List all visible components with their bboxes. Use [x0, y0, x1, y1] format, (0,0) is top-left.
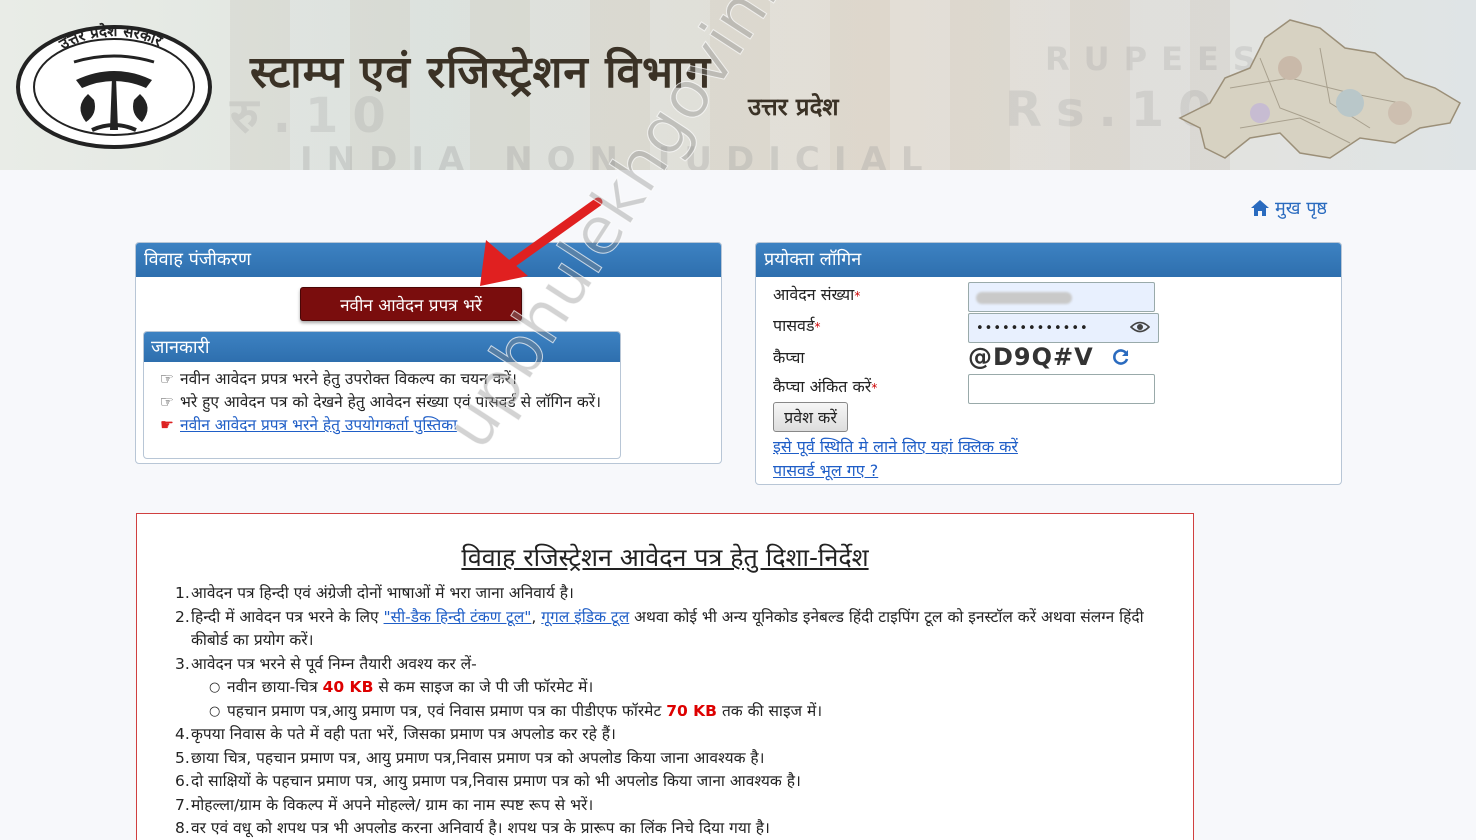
google-indic-link[interactable]: गूगल इंडिक टूल [541, 608, 629, 626]
marriage-registration-panel-title: विवाह पंजीकरण [136, 243, 721, 277]
list-item: 1. आवेदन पत्र हिन्दी एवं अंग्रेजी दोनों भ… [175, 582, 1185, 606]
list-item: 2. हिन्दी में आवेदन पत्र भरने के लिए "सी… [175, 606, 1185, 653]
guideline-text: पहचान प्रमाण पत्र,आयु प्रमाण पत्र, एवं न… [227, 700, 822, 724]
stamp-text-bottom: INDIA NON JUDICIAL [300, 140, 937, 170]
application-number-input[interactable] [968, 282, 1155, 312]
guideline-text: वर एवं वधू को शपथ पत्र भी अपलोड करना अनि… [191, 819, 770, 837]
item-number: 5. [175, 748, 190, 767]
size-limit: 70 KB [666, 701, 717, 720]
up-government-emblem-icon: उत्तर प्रदेश सरकार [16, 22, 212, 149]
password-label-text: पासवर्ड [773, 316, 815, 335]
guideline-text: नवीन छाया-चित्र 40 KB से कम साइज का जे प… [227, 676, 593, 700]
captcha-image: @D9Q#V [968, 343, 1094, 371]
home-icon [1251, 200, 1269, 216]
item-number: 3. [175, 654, 190, 673]
list-item: 4. कृपया निवास के पते में वही पता भरें, ज… [175, 723, 1185, 747]
cdac-tool-link[interactable]: "सी-डैक हिन्दी टंकण टूल" [384, 608, 532, 626]
guideline-text: आवेदन पत्र हिन्दी एवं अंग्रेजी दोनों भाष… [191, 584, 574, 602]
required-marker: * [854, 289, 861, 303]
info-item-text: नवीन आवेदन प्रपत्र भरने हेतु उपरोक्त विक… [180, 370, 517, 388]
guideline-text: छाया चित्र, पहचान प्रमाण पत्र, आयु प्रमा… [191, 748, 765, 767]
login-submit-button[interactable]: प्रवेश करें [773, 402, 848, 432]
sub-list-item: ○ नवीन छाया-चित्र 40 KB से कम साइज का जे… [175, 676, 1185, 700]
guideline-text-suffix: तक की साइज में। [721, 701, 823, 720]
department-subtitle: उत्तर प्रदेश [748, 92, 839, 121]
marriage-registration-panel: विवाह पंजीकरण नवीन आवेदन प्रपत्र भरें जा… [135, 242, 722, 464]
guideline-text: दो साक्षियों के पहचान प्रमाण पत्र, आयु प… [191, 772, 801, 790]
pointing-hand-red-icon: ☛ [160, 416, 174, 434]
guideline-text: आवेदन पत्र भरने से पूर्व निम्न तैयारी अव… [191, 654, 477, 673]
item-number: 1. [175, 584, 190, 602]
guidelines-title: विवाह रजिस्ट्रेशन आवेदन पत्र हेतु दिशा-न… [461, 543, 869, 572]
restore-link[interactable]: इसे पूर्व स्थिति मे लाने लिए यहां क्लिक … [773, 435, 1018, 457]
sub-list-item: ○ पहचान प्रमाण पत्र,आयु प्रमाण पत्र, एवं… [175, 700, 1185, 724]
item-number: 6. [175, 772, 190, 790]
guideline-text-suffix: से कम साइज का जे पी जी फॉरमेट में। [378, 678, 594, 696]
user-login-panel-title: प्रयोक्ता लॉगिन [756, 243, 1341, 277]
item-number: 4. [175, 725, 190, 743]
guideline-text: हिन्दी में आवेदन पत्र भरने के लिए "सी-डै… [191, 607, 1144, 650]
home-link[interactable]: मुख पृष्ठ [1250, 196, 1327, 220]
home-link-label: मुख पृष्ठ [1275, 198, 1328, 219]
captcha-input[interactable] [968, 374, 1155, 404]
list-item: 3. आवेदन पत्र भरने से पूर्व निम्न तैयारी … [175, 653, 1185, 677]
application-number-label: आवेदन संख्या* [773, 283, 860, 305]
password-input[interactable]: ••••••••••••• [968, 313, 1159, 343]
list-item: 7. मोहल्ला/ग्राम के विकल्प में अपने मोहल्… [175, 794, 1185, 818]
guideline-text-prefix: हिन्दी में आवेदन पत्र भरने के लिए [191, 607, 379, 626]
list-item: ☞ भरे हुए आवेदन पत्र को देखने हेतु आवेदन… [160, 391, 610, 414]
guideline-text: कृपया निवास के पते में वही पता भरें, जिस… [191, 725, 616, 743]
password-label: पासवर्ड* [773, 314, 821, 336]
required-marker: * [871, 381, 878, 395]
show-password-eye-icon[interactable] [1130, 320, 1150, 334]
red-arrow-annotation-icon [480, 197, 603, 286]
guideline-text-prefix: नवीन छाया-चित्र [227, 678, 318, 696]
captcha-label: कैप्चा [773, 348, 805, 367]
bullet-icon: ○ [209, 680, 221, 695]
captcha-input-label: कैप्चा अंकित करें* [773, 375, 877, 397]
list-item: 6. दो साक्षियों के पहचान प्रमाण पत्र, आयु… [175, 770, 1185, 794]
information-box: जानकारी ☞ नवीन आवेदन प्रपत्र भरने हेतु उ… [143, 331, 621, 459]
captcha-input-label-text: कैप्चा अंकित करें [773, 377, 872, 396]
guideline-text: मोहल्ला/ग्राम के विकल्प में अपने मोहल्ले… [191, 795, 594, 814]
uttar-pradesh-map-icon [1178, 19, 1461, 159]
redacted-value [976, 292, 1072, 304]
required-marker: * [814, 320, 821, 334]
information-box-title: जानकारी [144, 332, 620, 362]
list-item: ☞ नवीन आवेदन प्रपत्र भरने हेतु उपरोक्त व… [160, 368, 610, 391]
item-number: 2. [175, 607, 190, 626]
pointing-hand-icon: ☞ [160, 393, 174, 411]
list-item: ☛ नवीन आवेदन प्रपत्र भरने हेतु उपयोगकर्त… [160, 414, 610, 437]
item-number: 8. [175, 819, 190, 837]
list-item: 5. छाया चित्र, पहचान प्रमाण पत्र, आयु प्र… [175, 747, 1185, 771]
pointing-hand-icon: ☞ [160, 370, 174, 388]
guideline-text-prefix: पहचान प्रमाण पत्र,आयु प्रमाण पत्र, एवं न… [227, 701, 662, 720]
guidelines-box: विवाह रजिस्ट्रेशन आवेदन पत्र हेतु दिशा-न… [136, 513, 1194, 840]
guidelines-list: 1. आवेदन पत्र हिन्दी एवं अंग्रेजी दोनों भ… [175, 582, 1185, 840]
refresh-captcha-icon[interactable] [1111, 347, 1131, 367]
size-limit: 40 KB [322, 678, 374, 696]
user-login-panel: प्रयोक्ता लॉगिन आवेदन संख्या* पासवर्ड* •… [755, 242, 1342, 485]
information-list: ☞ नवीन आवेदन प्रपत्र भरने हेतु उपरोक्त व… [144, 362, 620, 437]
header-banner: RUPEES रु.10 Rs.10 INDIA NON JUDICIAL उत… [0, 0, 1476, 170]
department-title: स्टाम्प एवं रजिस्ट्रेशन विभाग [250, 47, 712, 98]
list-item: 8. वर एवं वधू को शपथ पत्र भी अपलोड करना अ… [175, 817, 1185, 840]
forgot-password-link[interactable]: पासवर्ड भूल गए ? [773, 459, 878, 481]
application-number-label-text: आवेदन संख्या [773, 285, 855, 304]
user-manual-link[interactable]: नवीन आवेदन प्रपत्र भरने हेतु उपयोगकर्ता … [180, 414, 457, 437]
password-value: ••••••••••••• [976, 321, 1089, 336]
info-item-text: भरे हुए आवेदन पत्र को देखने हेतु आवेदन स… [180, 393, 601, 411]
bullet-icon: ○ [209, 703, 221, 719]
item-number: 7. [175, 795, 190, 814]
